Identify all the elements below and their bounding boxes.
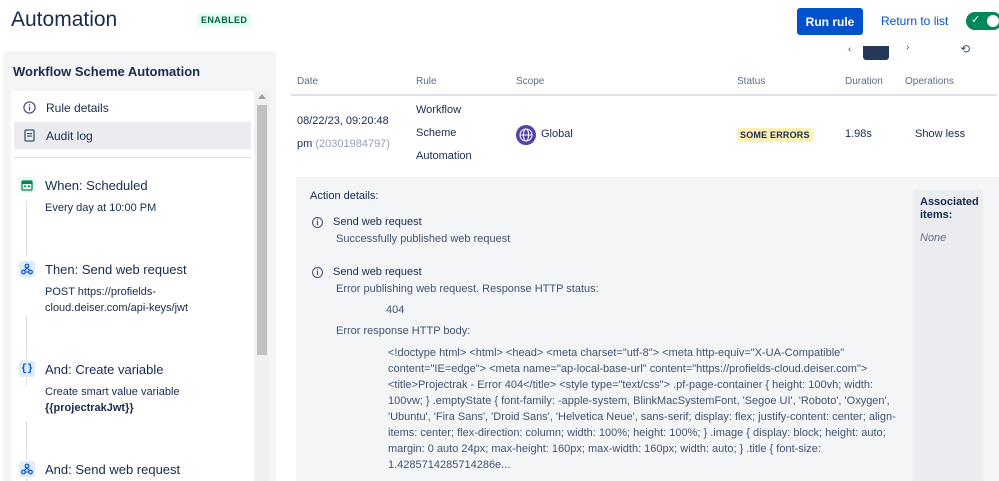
column-header-scope: Scope: [516, 76, 545, 87]
column-header-duration: Duration: [845, 76, 883, 87]
rule-name-line: Scheme: [416, 127, 457, 139]
info-icon: [22, 101, 36, 115]
step-detail: cloud.deiser.com/api-keys/jwt: [45, 302, 189, 314]
audit-rule-name: Workflow Scheme Automation: [416, 99, 472, 168]
column-header-rule: Rule: [416, 76, 437, 87]
sidebar-divider: [14, 157, 251, 158]
audit-duration: 1.98s: [845, 128, 872, 140]
audit-date: 08/22/23, 09:20:48 pm (20301984797): [297, 110, 390, 156]
step-detail: Every day at 10:00 PM: [45, 202, 157, 214]
action-entry-title: Send web request: [333, 266, 422, 278]
step-title: And: Create variable: [45, 361, 164, 377]
rule-name-line: Automation: [416, 150, 472, 162]
info-icon: i: [312, 216, 323, 228]
rule-step-action[interactable]: {} And: Create variable Create smart val…: [19, 361, 249, 416]
action-details-panel: Action details: i Send web request Succe…: [296, 177, 999, 481]
return-to-list-link[interactable]: Return to list: [881, 14, 948, 28]
associated-items-value: None: [920, 232, 947, 244]
status-badge: SOME ERRORS: [737, 128, 813, 142]
sidebar-item-label: Audit log: [46, 128, 93, 143]
scrollbar-thumb[interactable]: [257, 105, 267, 355]
column-header-date: Date: [297, 76, 319, 87]
rule-sidebar: Workflow Scheme Automation Rule details …: [3, 51, 276, 481]
scroll-up-arrow-icon[interactable]: [258, 94, 266, 99]
next-page-icon[interactable]: ›: [906, 42, 909, 53]
action-entry-title: Send web request: [333, 216, 422, 228]
sidebar-scroll-area: Rule details Audit log When: Scheduled E…: [11, 91, 254, 481]
info-icon: i: [312, 266, 323, 278]
rule-enabled-toggle[interactable]: ✓: [966, 12, 999, 30]
refresh-icon[interactable]: ⟲: [960, 42, 970, 56]
table-header-divider: [291, 94, 997, 96]
date-text: 08/22/23, 09:20:48: [297, 115, 389, 127]
webhook-icon: [19, 461, 35, 477]
column-header-status: Status: [737, 76, 766, 87]
prev-page-icon[interactable]: ‹: [848, 44, 851, 55]
http-status-code: 404: [386, 304, 405, 316]
action-details-title: Action details:: [310, 190, 379, 202]
response-body-label: Error response HTTP body:: [336, 325, 471, 337]
sidebar-item-label: Rule details: [46, 100, 109, 115]
step-title: When: Scheduled: [45, 177, 148, 193]
check-icon: ✓: [971, 14, 981, 26]
column-header-operations: Operations: [905, 76, 954, 87]
response-body-text: <!doctype html> <html> <head> <meta char…: [388, 347, 896, 471]
step-detail-variable: {{projectrakJwt}}: [45, 402, 134, 414]
enabled-badge: ENABLED: [197, 13, 252, 27]
step-detail: Create smart value variable: [45, 386, 180, 398]
action-entry-message: Successfully published web request: [336, 233, 511, 245]
action-entry: i Send web request Successfully publishe…: [312, 216, 902, 245]
action-entry-message: Error publishing web request. Response H…: [336, 283, 599, 295]
step-detail: POST https://profields-: [45, 286, 157, 298]
page-title: Automation: [11, 8, 118, 31]
associated-items-title: Associated items:: [920, 196, 979, 221]
date-line2: pm (20301984797): [297, 133, 390, 156]
run-rule-button[interactable]: Run rule: [797, 8, 863, 35]
date-ampm: pm: [297, 138, 313, 150]
document-icon: [22, 129, 36, 143]
calendar-icon: [19, 177, 35, 193]
step-title: Then: Send web request: [45, 261, 187, 277]
show-less-link[interactable]: Show less: [915, 123, 965, 146]
rule-step-action[interactable]: And: Send web request: [19, 461, 249, 477]
sidebar-item-rule-details[interactable]: Rule details: [14, 94, 251, 121]
sidebar-title: Workflow Scheme Automation: [13, 64, 201, 79]
globe-icon: [516, 124, 536, 145]
rule-name-line: Workflow: [416, 104, 462, 116]
rule-step-trigger[interactable]: When: Scheduled Every day at 10:00 PM: [19, 177, 249, 216]
audit-id: (20301984797): [315, 138, 390, 150]
webhook-icon: [19, 261, 35, 277]
braces-icon: {}: [19, 361, 35, 377]
sidebar-item-audit-log[interactable]: Audit log: [14, 122, 251, 149]
sidebar-scrollbar[interactable]: [255, 91, 269, 481]
scope-label: Global: [541, 128, 573, 140]
rule-step-action[interactable]: Then: Send web request POST https://prof…: [19, 261, 249, 316]
audit-scope: Global: [516, 123, 573, 146]
associated-items-panel: Associated items: None: [913, 190, 983, 481]
toggle-knob: [987, 15, 999, 27]
step-title: And: Send web request: [45, 461, 181, 477]
page-header: Automation ENABLED Run rule Return to li…: [0, 0, 999, 44]
action-entry: i Send web request Error publishing web …: [312, 266, 902, 337]
current-page-button[interactable]: [863, 46, 889, 60]
